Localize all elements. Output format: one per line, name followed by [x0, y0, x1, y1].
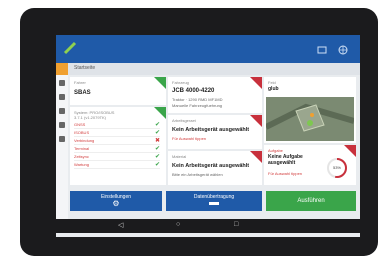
- status-mark: ✖: [154, 138, 160, 144]
- status-mark: ✔: [154, 146, 160, 152]
- task-progress-ring: 53%: [326, 157, 348, 179]
- system-version: 3.7.1 (v1.2079TK): [74, 115, 107, 120]
- vehicle-card[interactable]: Fahrzeug JCB 4000-4220 Traktor · 1290 RM…: [168, 77, 262, 113]
- status-row: ISOBUS ✔: [74, 129, 160, 137]
- material-value: Kein Arbeitsgerät ausgewählt: [172, 163, 250, 169]
- driver-label: Fahrer: [74, 80, 86, 85]
- implement-note: Für Auswahl tippen: [172, 136, 207, 141]
- implement-card[interactable]: Arbeitsgeraet Kein Arbeitsgerät ausgewäh…: [168, 115, 262, 149]
- vehicle-line2: Manuelle Fahrzeugfuehrung: [172, 103, 223, 108]
- status-name: GNSS: [74, 122, 86, 127]
- material-card[interactable]: Material Kein Arbeitsgerät ausgewählt Bi…: [168, 151, 262, 185]
- driver-card[interactable]: Fahrer SBAS: [70, 77, 166, 105]
- task-note: Für Auswahl tippen: [268, 171, 303, 176]
- status-mark: ✔: [154, 122, 160, 128]
- task-value: Keine Aufgabe ausgewählt: [268, 154, 303, 166]
- status-mark: ✔: [154, 130, 160, 136]
- status-name: Wartung: [74, 162, 89, 167]
- gear-icon: ⚙: [112, 199, 120, 208]
- breadcrumb: Startseite: [56, 63, 360, 75]
- app-logo-icon: [63, 41, 77, 60]
- task-label: Aufgabe: [268, 148, 283, 153]
- status-row: Zeitsync ✔: [74, 153, 160, 161]
- tablet-screen: Startseite Fahrer SBAS Fahrzeug JCB 4000…: [56, 35, 360, 237]
- status-name: Zeitsync: [74, 154, 89, 159]
- globe-icon[interactable]: [337, 43, 349, 55]
- ok-corner: [154, 107, 166, 119]
- alert-corner: [344, 145, 356, 157]
- status-name: Terminal: [74, 146, 90, 151]
- system-status-card[interactable]: System: PRO/ISOBUS 3.7.1 (v1.2079TK) GNS…: [70, 107, 166, 185]
- side-tool-4[interactable]: [59, 122, 65, 128]
- status-row: Verbindung ✖: [74, 137, 160, 145]
- settings-button[interactable]: Einstellungen ⚙: [70, 191, 162, 211]
- status-row: Terminal ✔: [74, 145, 160, 153]
- status-list: GNSS ✔ ISOBUS ✔ Verbindung ✖ Terminal ✔ …: [74, 121, 160, 169]
- alert-corner: [250, 115, 262, 127]
- side-tool-3[interactable]: [59, 108, 65, 114]
- vehicle-line1: Traktor · 1290 RMD MF1MD: [172, 97, 223, 102]
- status-mark: ✔: [154, 154, 160, 160]
- app-bar: [56, 35, 360, 63]
- vehicle-label: Fahrzeug: [172, 80, 189, 85]
- status-name: Verbindung: [74, 138, 95, 143]
- task-percent: 53%: [332, 165, 341, 170]
- task-card[interactable]: Aufgabe Keine Aufgabe ausgewählt Für Aus…: [264, 145, 356, 185]
- transfer-button[interactable]: Datenübertragung: [166, 191, 262, 211]
- bar-icon: [209, 202, 219, 205]
- implement-label: Arbeitsgeraet: [172, 118, 196, 123]
- side-tool-2[interactable]: [59, 94, 65, 100]
- driver-value: SBAS: [74, 90, 91, 96]
- field-map[interactable]: [264, 97, 355, 141]
- system-nav-bar: ◁ ○ □: [56, 219, 360, 233]
- implement-value: Kein Arbeitsgerät ausgewählt: [172, 127, 250, 133]
- alert-corner: [250, 151, 262, 163]
- side-tool-5[interactable]: [59, 136, 65, 142]
- status-name: ISOBUS: [74, 130, 90, 135]
- execute-button[interactable]: Ausführen: [266, 191, 356, 211]
- back-icon[interactable]: ◁: [118, 221, 123, 229]
- alert-corner: [250, 77, 262, 89]
- side-tool-1[interactable]: [59, 80, 65, 86]
- field-card[interactable]: Feld glub: [264, 77, 356, 143]
- field-label: Feld: [268, 80, 276, 85]
- side-toolbar: [56, 75, 68, 225]
- status-row: GNSS ✔: [74, 121, 160, 129]
- field-value: glub: [268, 86, 279, 92]
- status-mark: ✔: [154, 162, 160, 168]
- share-icon[interactable]: [316, 43, 328, 55]
- transfer-label: Datenübertragung: [193, 194, 235, 200]
- execute-label: Ausführen: [297, 198, 325, 204]
- vehicle-value: JCB 4000-4220: [172, 88, 215, 94]
- material-label: Material: [172, 154, 187, 159]
- breadcrumb-label: Startseite: [74, 65, 96, 71]
- home-icon[interactable]: [56, 63, 68, 75]
- material-note: Bitte ein Arbeitsgerät wählen: [172, 172, 223, 177]
- status-row: Wartung ✔: [74, 161, 160, 169]
- ok-corner: [154, 77, 166, 89]
- home-nav-icon[interactable]: ○: [176, 221, 180, 228]
- recent-apps-icon[interactable]: □: [234, 221, 238, 228]
